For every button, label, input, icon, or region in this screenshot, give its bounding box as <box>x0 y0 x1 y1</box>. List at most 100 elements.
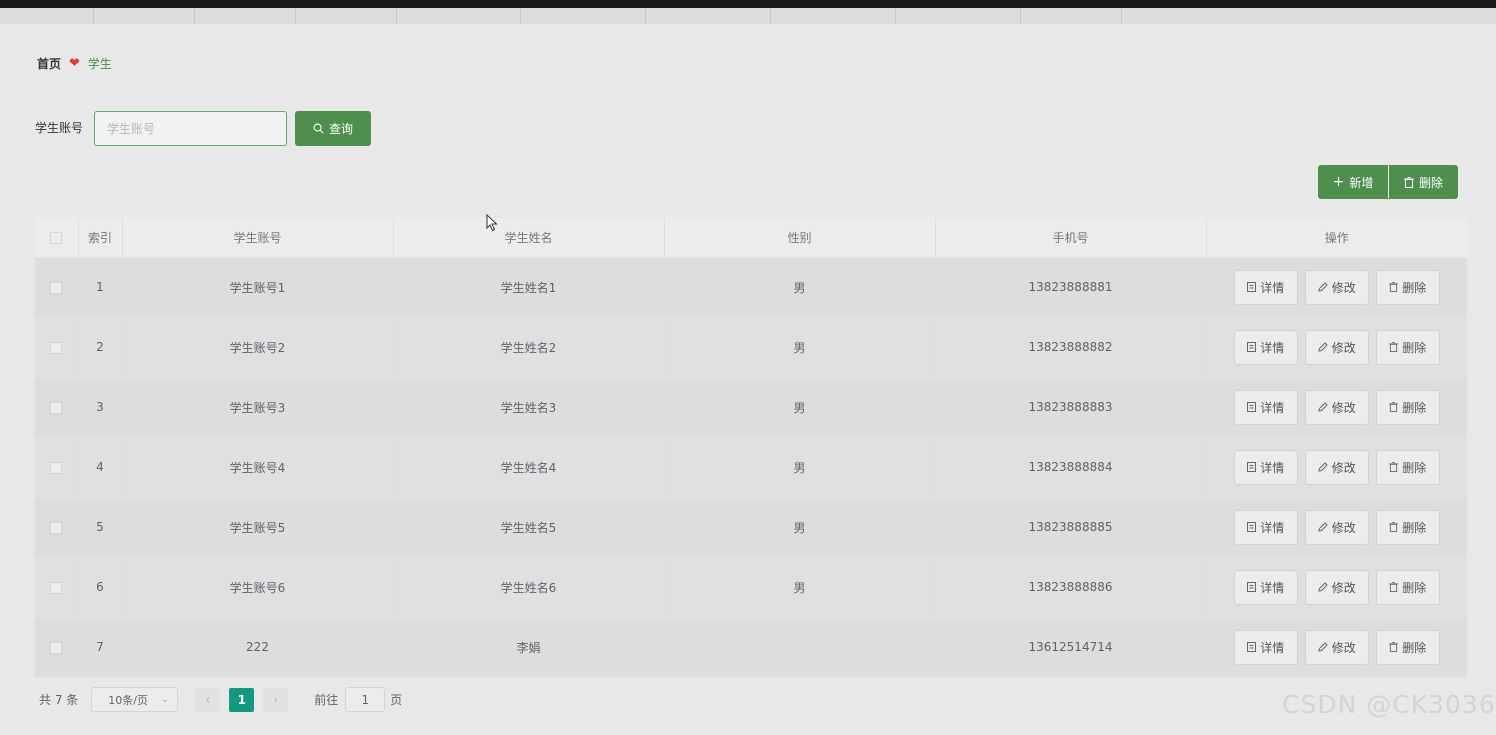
edit-icon <box>1318 462 1328 472</box>
row-checkbox[interactable] <box>50 581 63 594</box>
row-select-cell <box>35 617 79 678</box>
select-all-checkbox[interactable] <box>50 231 63 244</box>
cell-name: 学生姓名6 <box>393 557 665 618</box>
detail-button-label: 详情 <box>1260 280 1285 295</box>
chevron-right-icon: › <box>273 692 279 707</box>
delete-button-label: 删除 <box>1402 400 1427 415</box>
delete-button[interactable]: 删除 <box>1375 269 1440 305</box>
delete-button[interactable]: 删除 <box>1375 509 1440 545</box>
detail-button[interactable]: 详情 <box>1233 569 1298 605</box>
breadcrumb-home[interactable]: 首页 <box>37 55 61 72</box>
cell-index: 6 <box>78 557 123 618</box>
delete-button[interactable]: 删除 <box>1375 329 1440 365</box>
student-table: 索引 学生账号 学生姓名 性别 手机号 操作 1 学生账号1 学生姓名1 男 13823… <box>35 218 1467 678</box>
chevron-down-icon: ⌄ <box>160 694 170 705</box>
edit-button-label: 修改 <box>1331 520 1356 535</box>
document-icon <box>1247 282 1257 292</box>
row-select-cell <box>35 557 79 618</box>
watermark: CSDN @CK3036 <box>1282 690 1496 719</box>
next-page-button[interactable]: › <box>263 687 289 712</box>
top-bar <box>0 0 1496 8</box>
column-header: 手机号 <box>935 218 1207 258</box>
row-checkbox[interactable] <box>50 401 63 414</box>
detail-button[interactable]: 详情 <box>1233 629 1298 665</box>
cell-actions: 详情 修改 删除 <box>1206 437 1467 498</box>
cell-name: 学生姓名1 <box>393 257 665 318</box>
edit-button[interactable]: 修改 <box>1304 449 1369 485</box>
edit-button[interactable]: 修改 <box>1304 509 1369 545</box>
cell-gender: 男 <box>664 317 936 378</box>
page-number-active[interactable]: 1 <box>229 687 255 712</box>
detail-button[interactable]: 详情 <box>1233 269 1298 305</box>
delete-button[interactable]: 删除 <box>1375 629 1440 665</box>
document-icon <box>1247 642 1257 652</box>
prev-page-button[interactable]: ‹ <box>195 687 221 712</box>
total-count: 共 7 条 <box>39 693 79 707</box>
edit-icon <box>1318 402 1328 412</box>
detail-button-label: 详情 <box>1260 340 1285 355</box>
row-checkbox[interactable] <box>50 281 63 294</box>
document-icon <box>1247 462 1257 472</box>
detail-button[interactable]: 详情 <box>1233 509 1298 545</box>
row-select-cell <box>35 437 79 498</box>
batch-delete-button[interactable]: 删除 <box>1389 165 1458 199</box>
delete-button[interactable]: 删除 <box>1375 569 1440 605</box>
goto-page-input[interactable] <box>345 687 386 712</box>
edit-button[interactable]: 修改 <box>1304 329 1369 365</box>
breadcrumb-current: 学生 <box>87 56 112 71</box>
cell-phone: 13823888883 <box>935 377 1207 438</box>
delete-button[interactable]: 删除 <box>1375 389 1440 425</box>
table-row: 2 学生账号2 学生姓名2 男 13823888882 详情 修改 删除 <box>35 317 1467 378</box>
cell-gender: 男 <box>664 257 936 318</box>
table-row: 7 222 李娟 13612514714 详情 修改 删除 <box>35 617 1467 678</box>
delete-button-label: 删除 <box>1402 520 1427 535</box>
cell-phone: 13823888882 <box>935 317 1207 378</box>
column-header: 学生账号 <box>122 218 394 258</box>
plus-icon: + <box>1332 174 1345 190</box>
cell-phone: 13823888884 <box>935 437 1207 498</box>
detail-button-label: 详情 <box>1260 640 1285 655</box>
batch-delete-button-label: 删除 <box>1418 175 1443 190</box>
delete-button-label: 删除 <box>1402 640 1427 655</box>
search-input[interactable] <box>94 111 287 146</box>
trash-icon <box>1403 176 1414 188</box>
cell-phone: 13823888885 <box>935 497 1207 558</box>
cell-name: 李娟 <box>393 617 665 678</box>
edit-button-label: 修改 <box>1331 640 1356 655</box>
cell-phone: 13823888881 <box>935 257 1207 318</box>
document-icon <box>1247 522 1257 532</box>
edit-button[interactable]: 修改 <box>1304 569 1369 605</box>
row-checkbox[interactable] <box>50 641 63 654</box>
column-header: 学生姓名 <box>393 218 665 258</box>
breadcrumb: 首页 ❤ 学生 <box>37 54 112 72</box>
row-checkbox[interactable] <box>50 461 63 474</box>
edit-button[interactable]: 修改 <box>1304 269 1369 305</box>
cell-gender: 男 <box>664 437 936 498</box>
search-icon <box>313 123 324 134</box>
tab-strip <box>0 8 1496 24</box>
row-checkbox[interactable] <box>50 521 63 534</box>
table-row: 3 学生账号3 学生姓名3 男 13823888883 详情 修改 删除 <box>35 377 1467 438</box>
trash-icon <box>1389 402 1399 412</box>
cell-gender: 男 <box>664 377 936 438</box>
detail-button[interactable]: 详情 <box>1233 389 1298 425</box>
edit-button[interactable]: 修改 <box>1304 629 1369 665</box>
row-checkbox[interactable] <box>50 341 63 354</box>
cell-index: 7 <box>78 617 123 678</box>
page-size-select[interactable]: 10条/页 ⌄ <box>91 687 179 712</box>
edit-button-label: 修改 <box>1331 280 1356 295</box>
cell-gender <box>664 617 936 678</box>
column-header: 性别 <box>664 218 936 258</box>
cell-account: 222 <box>122 617 394 678</box>
add-button[interactable]: + 新增 <box>1318 165 1388 199</box>
cell-account: 学生账号6 <box>122 557 394 618</box>
cell-actions: 详情 修改 删除 <box>1206 497 1467 558</box>
edit-icon <box>1318 582 1328 592</box>
detail-button[interactable]: 详情 <box>1233 329 1298 365</box>
detail-button[interactable]: 详情 <box>1233 449 1298 485</box>
detail-button-label: 详情 <box>1260 580 1285 595</box>
edit-button[interactable]: 修改 <box>1304 389 1369 425</box>
cell-gender: 男 <box>664 557 936 618</box>
delete-button[interactable]: 删除 <box>1375 449 1440 485</box>
search-button[interactable]: 查询 <box>295 111 371 146</box>
